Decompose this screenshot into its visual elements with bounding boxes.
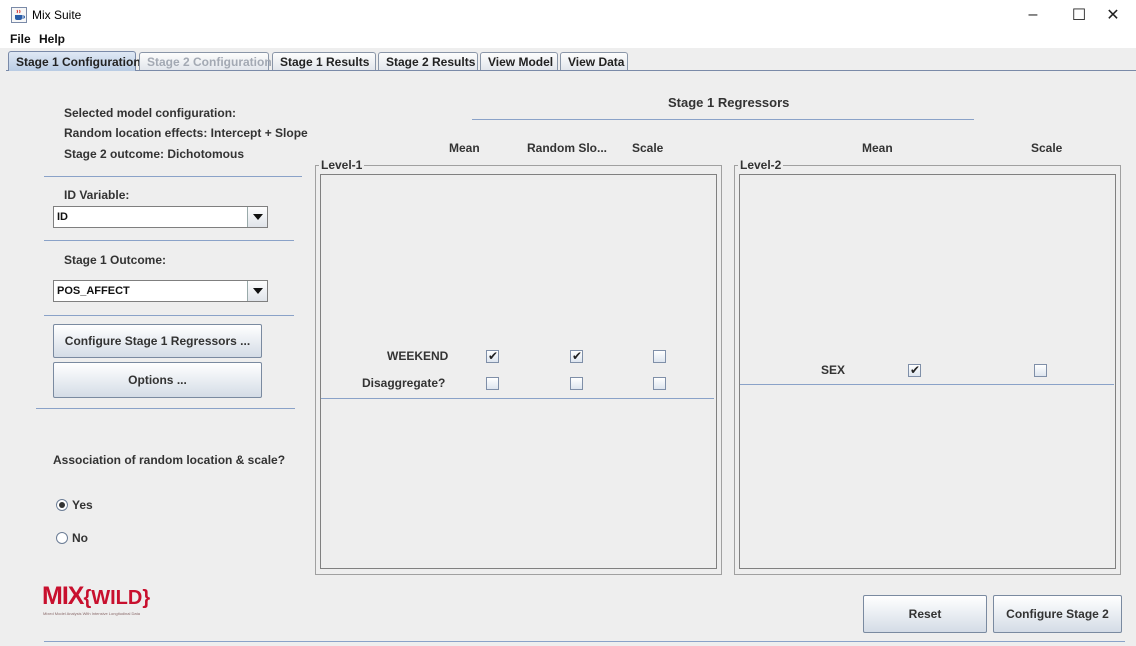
logo-main-text: MIX [42, 582, 84, 610]
tab-stage2-configuration[interactable]: Stage 2 Configuration [139, 52, 272, 70]
stage1-outcome-label: Stage 1 Outcome: [64, 253, 167, 267]
separator [44, 641, 1125, 642]
tab-stage2-results[interactable]: Stage 2 Results [378, 52, 478, 70]
separator [321, 398, 714, 399]
config-line-2: Random location effects: Intercept + Slo… [64, 126, 308, 140]
separator [44, 240, 294, 241]
menu-bar [0, 30, 1136, 48]
menu-file[interactable]: File [10, 32, 31, 46]
mixwild-logo: MIX{WILD} [42, 582, 151, 610]
disaggregate-mean-checkbox[interactable] [486, 377, 499, 390]
level1-row-disaggregate-label: Disaggregate? [362, 376, 446, 390]
stage1-regressors-title: Stage 1 Regressors [668, 95, 790, 110]
association-yes-label[interactable]: Yes [72, 498, 93, 512]
configure-stage2-button[interactable]: Configure Stage 2 [993, 595, 1122, 633]
id-variable-select[interactable]: ID [53, 206, 268, 228]
chevron-down-icon[interactable] [247, 207, 267, 227]
level2-header-mean: Mean [862, 141, 893, 155]
stage1-outcome-select[interactable]: POS_AFFECT [53, 280, 268, 302]
separator [44, 176, 302, 177]
association-no-radio[interactable] [56, 532, 68, 544]
title-bar [0, 0, 1136, 30]
logo-brace-text: {WILD} [83, 587, 151, 609]
config-line-1: Selected model configuration: [64, 106, 237, 120]
minimize-button[interactable]: – [1010, 0, 1056, 30]
chevron-down-icon[interactable] [247, 281, 267, 301]
level1-header-mean: Mean [449, 141, 480, 155]
separator [36, 408, 295, 409]
tab-view-data[interactable]: View Data [560, 52, 628, 70]
checkmark-icon: ✔ [910, 363, 921, 377]
menu-help[interactable]: Help [39, 32, 65, 46]
stage1-outcome-value: POS_AFFECT [57, 285, 130, 297]
java-cup-icon [11, 7, 27, 23]
association-yes-radio[interactable] [56, 499, 68, 511]
window-title: Mix Suite [32, 8, 82, 22]
level1-panel [320, 174, 717, 569]
id-variable-value: ID [57, 211, 68, 223]
association-question: Association of random location & scale? [53, 453, 286, 467]
level2-row-sex-label: SEX [821, 363, 846, 377]
weekend-scale-checkbox[interactable] [653, 350, 666, 363]
checkmark-icon: ✔ [572, 349, 583, 363]
disaggregate-random-slope-checkbox[interactable] [570, 377, 583, 390]
id-variable-label: ID Variable: [64, 188, 130, 202]
tab-stage1-results[interactable]: Stage 1 Results [272, 52, 376, 70]
separator [44, 315, 294, 316]
close-button[interactable]: ✕ [1090, 0, 1136, 30]
weekend-mean-checkbox[interactable]: ✔ [486, 349, 499, 363]
separator [472, 119, 974, 120]
sex-mean-checkbox[interactable]: ✔ [908, 363, 921, 377]
separator [740, 384, 1114, 385]
level1-row-weekend-label: WEEKEND [387, 349, 449, 363]
weekend-random-slope-checkbox[interactable]: ✔ [570, 349, 583, 363]
disaggregate-scale-checkbox[interactable] [653, 377, 666, 390]
sex-scale-checkbox[interactable] [1034, 364, 1047, 377]
logo-tagline: Mixed Model Analysis With Intensive Long… [43, 611, 140, 616]
tab-view-model[interactable]: View Model [480, 52, 558, 70]
options-button[interactable]: Options ... [53, 362, 262, 398]
level2-panel [739, 174, 1116, 569]
level1-header-random-slope: Random Slo... [527, 141, 608, 155]
level1-header-scale: Scale [632, 141, 664, 155]
association-no-label[interactable]: No [72, 531, 88, 545]
configure-stage1-regressors-button[interactable]: Configure Stage 1 Regressors ... [53, 324, 262, 358]
reset-button[interactable]: Reset [863, 595, 987, 633]
checkmark-icon: ✔ [488, 349, 499, 363]
level2-title: Level-2 [738, 158, 784, 172]
level2-header-scale: Scale [1031, 141, 1063, 155]
tab-strip-line [6, 70, 1136, 71]
config-line-3: Stage 2 outcome: Dichotomous [64, 147, 245, 161]
level1-title: Level-1 [319, 158, 365, 172]
tab-stage1-configuration[interactable]: Stage 1 Configuration [8, 51, 141, 71]
